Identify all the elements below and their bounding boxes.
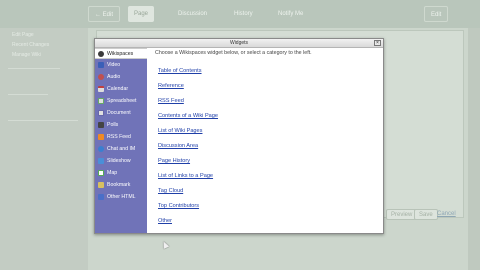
category-chat-and-im[interactable]: Chat and IM (95, 144, 147, 155)
slideshow-icon (98, 158, 104, 164)
cancel-link[interactable]: Cancel (437, 211, 456, 217)
category-spreadsheet[interactable]: Spreadsheet (95, 96, 147, 107)
widget-list-of-wiki-pages[interactable]: List of Wiki Pages (158, 128, 202, 134)
right-bar (468, 28, 480, 270)
spreadsheet-icon (98, 98, 104, 104)
divider (8, 68, 60, 69)
widget-rss-feed[interactable]: RSS Feed (158, 98, 184, 104)
tab-history[interactable]: History (228, 6, 259, 22)
top-navigation-bar: ← Edit Page Discussion History Notify Me… (0, 0, 480, 28)
dialog-title: Widgets (95, 39, 383, 48)
widget-contents-of-a-wiki-page[interactable]: Contents of a Wiki Page (158, 113, 218, 119)
video-folder-icon (98, 62, 104, 68)
tab-page[interactable]: Page (128, 6, 155, 22)
close-icon[interactable]: × (374, 40, 381, 46)
widget-discussion-area[interactable]: Discussion Area (158, 143, 198, 149)
bookmark-icon (98, 182, 104, 188)
left-column: Edit Page Recent Changes Manage Wiki (0, 28, 88, 270)
category-sidebar: Wikispaces Video Audio Calendar Spreadsh… (95, 48, 147, 233)
category-other-html[interactable]: Other HTML (95, 192, 147, 203)
wikispaces-icon (98, 51, 104, 57)
tab-back-edit[interactable]: ← Edit (88, 6, 121, 22)
divider (8, 120, 78, 121)
widget-top-contributors[interactable]: Top Contributors (158, 203, 199, 209)
widget-table-of-contents[interactable]: Table of Contents (158, 68, 202, 74)
edit-button[interactable]: Edit (424, 6, 449, 22)
category-video[interactable]: Video (95, 60, 147, 71)
category-audio[interactable]: Audio (95, 72, 147, 83)
category-rss-feed[interactable]: RSS Feed (95, 132, 147, 143)
category-polls[interactable]: Polls (95, 120, 147, 131)
left-link-manage-wiki[interactable]: Manage Wiki (12, 52, 41, 58)
widget-other[interactable]: Other (158, 218, 172, 224)
widget-tag-cloud[interactable]: Tag Cloud (158, 188, 183, 194)
dialog-instructions: Choose a Wikispaces widget below, or sel… (155, 50, 312, 56)
category-slideshow[interactable]: Slideshow (95, 156, 147, 167)
calendar-icon (98, 86, 104, 92)
audio-icon (98, 74, 104, 80)
tab-discussion[interactable]: Discussion (172, 6, 213, 22)
widget-page-history[interactable]: Page History (158, 158, 190, 164)
category-document[interactable]: Document (95, 108, 147, 119)
divider (8, 94, 48, 95)
widget-reference[interactable]: Reference (158, 83, 184, 89)
widgets-dialog: Widgets × Wikispaces Video Audio Calenda… (94, 38, 384, 234)
save-button[interactable]: Save (414, 209, 438, 220)
html-icon (98, 194, 104, 200)
polls-icon (98, 122, 104, 128)
chat-icon (98, 146, 104, 152)
left-link-recent-changes[interactable]: Recent Changes (12, 42, 49, 48)
category-wikispaces[interactable]: Wikispaces (95, 48, 147, 59)
rss-icon (98, 134, 104, 140)
tab-notify-me[interactable]: Notify Me (272, 6, 309, 22)
category-bookmark[interactable]: Bookmark (95, 180, 147, 191)
category-map[interactable]: Map (95, 168, 147, 179)
left-link-edit-page[interactable]: Edit Page (12, 32, 34, 38)
category-calendar[interactable]: Calendar (95, 84, 147, 95)
document-icon (98, 110, 104, 116)
map-icon (98, 170, 104, 176)
widget-list-of-links-to-a-page[interactable]: List of Links to a Page (158, 173, 213, 179)
preview-button[interactable]: Preview (386, 209, 418, 220)
